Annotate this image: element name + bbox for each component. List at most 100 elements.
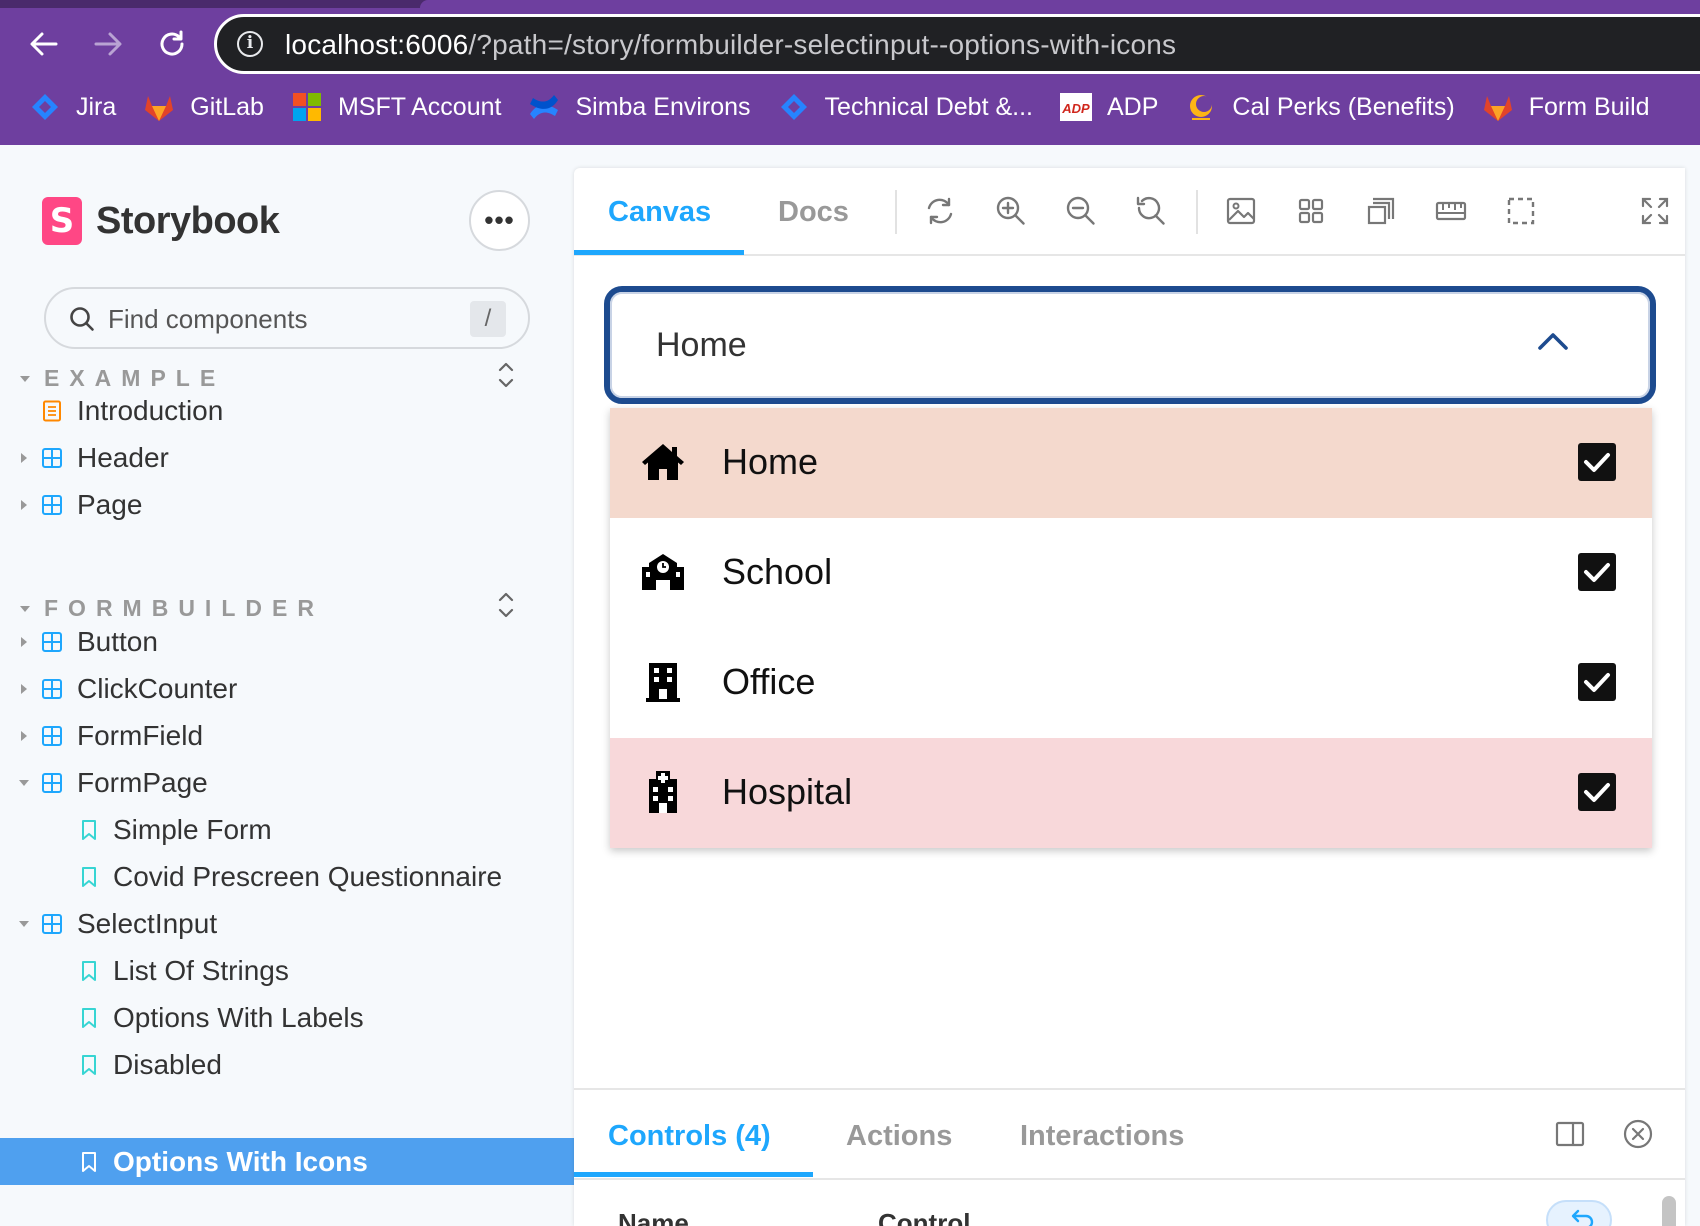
url-host: localhost:6006 [285,29,469,60]
search-icon [70,307,94,331]
bookmark-form-build[interactable]: Form Build [1481,90,1650,124]
preview-toolbar: Canvas Docs [574,168,1685,256]
section-formbuilder[interactable]: FORMBUILDER [18,592,514,622]
component-icon [42,679,62,699]
zoom-in-icon[interactable] [994,194,1028,228]
tree-item-list-of-strings[interactable]: List Of Strings [0,948,574,994]
option-office[interactable]: Office [610,628,1652,738]
zoom-out-icon[interactable] [1064,194,1098,228]
option-home[interactable]: Home [610,408,1652,518]
tree-item-label: ClickCounter [77,673,238,704]
tree-item-page[interactable]: Page [0,482,574,528]
caret-right-icon [21,731,27,741]
bookmark-icon [82,1008,96,1028]
reload-button[interactable] [150,22,194,66]
zoom-reset-icon[interactable] [1134,194,1168,228]
address-bar[interactable]: i localhost:6006/?path=/story/formbuilde… [214,14,1700,74]
addons-divider [574,1178,1685,1180]
grid-icon[interactable] [1294,194,1328,228]
tree-item-clickcounter[interactable]: ClickCounter [0,666,574,712]
section-title: FORMBUILDER [44,595,324,621]
tab-canvas[interactable]: Canvas [608,196,711,229]
tree-item-disabled[interactable]: Disabled [0,1042,574,1088]
tree-item-label: List Of Strings [113,955,289,986]
search-field[interactable]: / [44,287,530,349]
svg-text:ADP: ADP [1061,101,1090,116]
column-header-control: Control [878,1208,971,1226]
more-options-button[interactable]: ••• [469,190,530,251]
caret-down-icon [20,605,30,612]
bookmark-icon [82,820,96,840]
background-icon[interactable] [1224,194,1258,228]
bookmark-simba-environs[interactable]: Simba Environs [527,90,751,124]
chevron-up-icon[interactable] [1536,330,1570,352]
tree-item-simple-form[interactable]: Simple Form [0,807,574,853]
forward-button[interactable] [86,22,130,66]
option-checkbox[interactable] [1578,443,1616,481]
back-button[interactable] [22,22,66,66]
tree-item-label: Options With Icons [113,1145,368,1177]
storybook-logo[interactable]: S Storybook [42,197,280,245]
arrow-left-icon [30,32,58,56]
tree-item-button[interactable]: Button [0,619,574,665]
bookmark-label: Jira [76,92,117,121]
tab-docs[interactable]: Docs [778,196,849,229]
measure-icon[interactable] [1434,194,1468,228]
cal-perks-icon [1184,90,1218,124]
bookmark-icon [82,1055,96,1075]
option-checkbox[interactable] [1578,663,1616,701]
reset-controls-button[interactable] [1546,1200,1612,1226]
bookmark-msft-account[interactable]: MSFT Account [290,90,501,124]
tree-item-formpage[interactable]: FormPage [0,760,574,806]
remount-icon[interactable] [923,194,957,228]
select-focus-ring [610,292,1650,398]
bookmark-gitlab[interactable]: GitLab [142,90,264,124]
expand-collapse-icon[interactable] [496,359,516,391]
tree-item-label: Introduction [77,395,224,426]
select-input[interactable]: Home [604,286,1656,404]
expand-collapse-icon[interactable] [496,589,516,621]
active-tab[interactable] [420,0,1700,8]
fullscreen-icon[interactable] [1638,194,1672,228]
panel-layout-icon[interactable] [1554,1118,1586,1150]
bookmark-adp[interactable]: ADP ADP [1059,90,1158,124]
tree-item-options-with-labels[interactable]: Options With Labels [0,995,574,1041]
search-shortcut-badge: / [470,301,506,337]
preview-panel: Canvas Docs Home Home School Office Hosp… [574,168,1685,1226]
option-checkbox[interactable] [1578,773,1616,811]
storybook-sidebar: S Storybook ••• / EXAMPLE Introduction H… [0,145,574,1226]
document-icon [43,400,61,422]
jira-icon [28,90,62,124]
tree-item-header[interactable]: Header [0,435,574,481]
close-circle-icon[interactable] [1622,1118,1654,1150]
outline-icon[interactable] [1504,194,1538,228]
column-header-name: Name [618,1208,689,1226]
option-label: Hospital [722,771,853,812]
info-icon[interactable]: i [237,31,263,57]
tab-interactions[interactable]: Interactions [1020,1120,1184,1153]
scrollbar-thumb[interactable] [1662,1196,1676,1226]
url-text[interactable]: localhost:6006/?path=/story/formbuilder-… [285,29,1176,61]
option-label: Office [722,661,816,702]
viewport-icon[interactable] [1364,194,1398,228]
tree-item-selectinput[interactable]: SelectInput [0,901,574,947]
tree-item-covid-prescreen[interactable]: Covid Prescreen Questionnaire [0,854,574,900]
search-input[interactable] [108,299,448,339]
tab-actions[interactable]: Actions [846,1120,952,1153]
option-checkbox[interactable] [1578,553,1616,591]
undo-icon [1571,1209,1594,1226]
tree-item-introduction[interactable]: Introduction [0,388,574,434]
tree-item-formfield[interactable]: FormField [0,713,574,759]
tab-controls[interactable]: Controls (4) [608,1120,771,1153]
option-school[interactable]: School [610,518,1652,628]
option-hospital[interactable]: Hospital [610,738,1652,848]
bookmarks-bar: Jira GitLab MSFT Account Simba Environs … [0,84,1700,130]
bookmark-label: Form Build [1528,92,1650,121]
bookmark-jira[interactable]: Jira [28,90,116,124]
checkmark-icon [1584,673,1610,692]
bookmark-cal-perks[interactable]: Cal Perks (Benefits) [1184,90,1455,124]
tree-item-options-with-icons[interactable]: Options With Icons [0,1138,574,1185]
bookmark-technical-debt[interactable]: Technical Debt &... [777,90,1033,124]
caret-down-icon [20,375,30,382]
caret-right-icon [21,637,27,647]
